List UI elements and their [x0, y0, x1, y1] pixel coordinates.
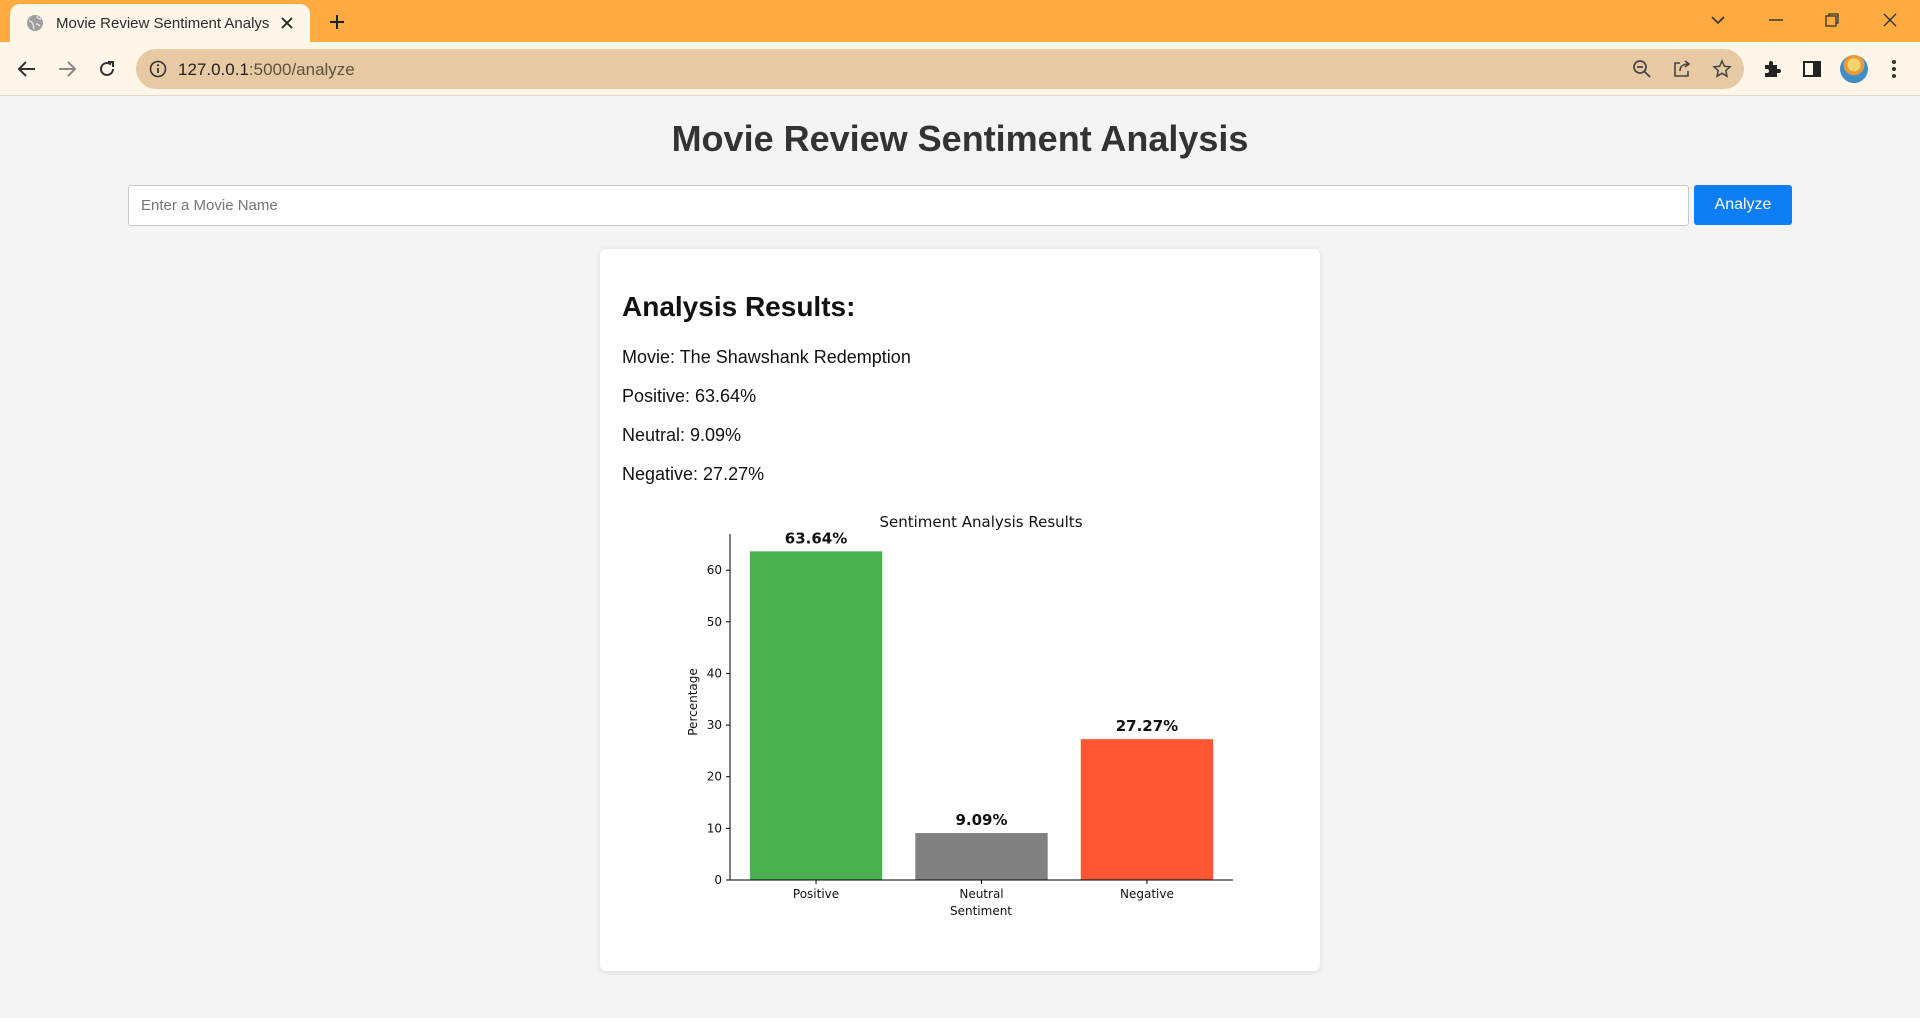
new-tab-button[interactable]: [322, 8, 352, 36]
bar-negative: [1080, 739, 1214, 880]
positive-result: Positive: 63.64%: [622, 386, 757, 406]
url-text: 127.0.0.1:5000/analyze: [178, 60, 355, 80]
close-window-button[interactable]: [1868, 4, 1912, 36]
site-info-icon[interactable]: [148, 59, 168, 79]
address-bar[interactable]: 127.0.0.1:5000/analyze: [136, 49, 1744, 89]
bar-positive: [749, 551, 883, 880]
close-tab-icon[interactable]: [276, 12, 298, 34]
x-tick-label-neutral: Neutral: [959, 887, 1003, 901]
menu-kebab-icon[interactable]: [1878, 53, 1910, 85]
restore-button[interactable]: [1810, 4, 1854, 36]
page-title: Movie Review Sentiment Analysis: [671, 118, 1249, 159]
browser-toolbar: 127.0.0.1:5000/analyze: [0, 42, 1920, 96]
url-path: :5000/analyze: [248, 60, 355, 79]
y-tick-label: 50: [707, 615, 722, 629]
y-tick-label: 0: [714, 873, 722, 887]
sentiment-bar-chart: Sentiment Analysis Results Percentage Se…: [686, 513, 1233, 918]
tab-search-chevron-icon[interactable]: [1696, 4, 1740, 36]
data-label-negative: 27.27%: [1116, 717, 1178, 735]
results-card: Analysis Results: Movie: The Shawshank R…: [600, 249, 1320, 971]
reload-icon[interactable]: [91, 53, 123, 85]
y-axis-label: Percentage: [686, 668, 700, 736]
results-heading: Analysis Results:: [622, 291, 856, 322]
tab-title: Movie Review Sentiment Analysis: [56, 14, 270, 32]
zoom-icon[interactable]: [1628, 55, 1656, 83]
profile-avatar[interactable]: [1840, 55, 1868, 83]
data-label-positive: 63.64%: [785, 529, 847, 547]
data-label-neutral: 9.09%: [955, 811, 1007, 829]
y-tick-label: 10: [707, 821, 722, 835]
bookmark-star-icon[interactable]: [1708, 55, 1736, 83]
share-icon[interactable]: [1668, 55, 1696, 83]
side-panel-icon[interactable]: [1796, 53, 1828, 85]
movie-result: Movie: The Shawshank Redemption: [622, 347, 911, 367]
url-host: 127.0.0.1: [178, 60, 249, 79]
x-axis-label: Sentiment: [950, 904, 1012, 918]
minimize-button[interactable]: [1754, 4, 1798, 36]
x-tick-label-negative: Negative: [1120, 887, 1174, 901]
y-tick-label: 60: [707, 563, 722, 577]
y-tick-label: 20: [707, 770, 722, 784]
globe-icon: [26, 14, 44, 32]
chart-title: Sentiment Analysis Results: [879, 513, 1082, 531]
neutral-result: Neutral: 9.09%: [622, 425, 742, 445]
x-tick-label-positive: Positive: [793, 887, 839, 901]
analyze-button[interactable]: Analyze: [1694, 185, 1792, 225]
negative-result: Negative: 27.27%: [622, 464, 765, 484]
bar-neutral: [915, 833, 1048, 880]
browser-tab-strip: Movie Review Sentiment Analysis: [0, 0, 1920, 42]
forward-arrow-icon[interactable]: [51, 53, 83, 85]
extensions-puzzle-icon[interactable]: [1756, 53, 1788, 85]
browser-tab[interactable]: Movie Review Sentiment Analysis: [10, 4, 310, 42]
y-tick-label: 40: [707, 666, 722, 680]
movie-name-input[interactable]: [128, 185, 1689, 226]
y-tick-label: 30: [707, 718, 722, 732]
back-arrow-icon[interactable]: [11, 53, 43, 85]
